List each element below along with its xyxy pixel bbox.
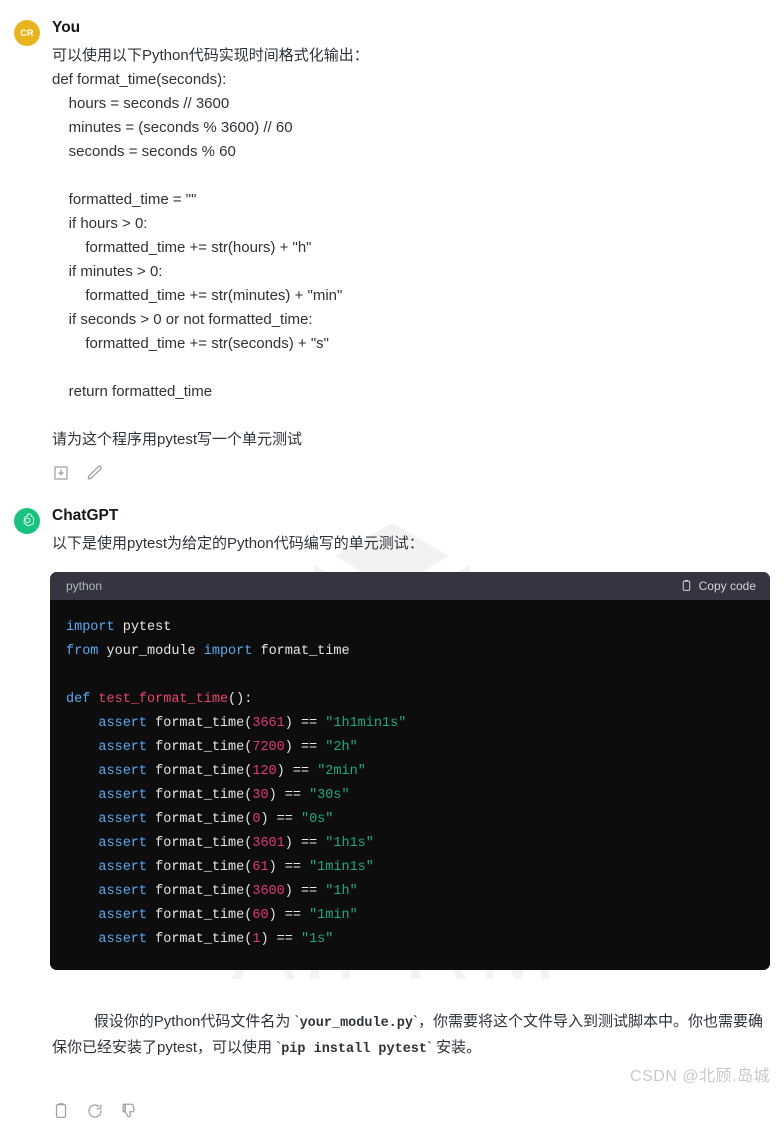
user-message-actions [52, 462, 770, 484]
outro-part-3: ` 安装。 [427, 1038, 482, 1056]
regenerate-icon[interactable] [86, 1102, 104, 1120]
assistant-outro: 假设你的Python代码文件名为 `your_module.py`，你需要将这个… [0, 970, 784, 1122]
avatar-initials: CR [20, 28, 34, 38]
message-author-assistant: ChatGPT [52, 506, 119, 524]
edit-icon[interactable] [86, 464, 104, 482]
message-author-user: You [52, 19, 81, 36]
clipboard-icon [682, 580, 690, 592]
code-block-body[interactable]: import pytest from your_module import fo… [50, 599, 770, 970]
assistant-message: ChatGPT 以下是使用pytest为给定的Python代码编写的单元测试： [0, 484, 784, 556]
code-block-header: python Copy code [50, 571, 770, 600]
outro-part-1: 假设你的Python代码文件名为 ` [93, 1012, 300, 1030]
copy-icon[interactable] [52, 1102, 70, 1120]
user-intro-text: 可以使用以下Python代码实现时间格式化输出： [52, 46, 369, 64]
assistant-message-actions [52, 1100, 770, 1122]
conversation-thread: CR You 可以使用以下Python代码实现时间格式化输出： def form… [0, 0, 784, 1122]
copy-code-label: Copy code [698, 578, 756, 593]
inline-code-install: pip install pytest [281, 1041, 428, 1057]
copy-code-button[interactable]: Copy code [680, 579, 756, 593]
inline-code-module: your_module.py [299, 1015, 413, 1031]
user-pasted-code: def format_time(seconds): hours = second… [52, 70, 343, 400]
code-language-label: python [66, 578, 103, 593]
user-message: CR You 可以使用以下Python代码实现时间格式化输出： def form… [0, 0, 784, 484]
avatar-user: CR [14, 20, 40, 46]
csdn-watermark: CSDN @北顾.岛城 [630, 1068, 770, 1085]
avatar-assistant [14, 507, 40, 534]
code-block: python Copy code import pytest from your… [50, 571, 770, 970]
code-content[interactable]: import pytest from your_module import fo… [50, 616, 770, 952]
assistant-intro-text: 以下是使用pytest为给定的Python代码编写的单元测试： [52, 534, 424, 552]
openai-logo-icon [23, 513, 34, 527]
save-icon[interactable] [52, 464, 70, 482]
user-request-text: 请为这个程序用pytest写一个单元测试 [52, 430, 303, 448]
thumbs-down-icon[interactable] [120, 1102, 138, 1120]
